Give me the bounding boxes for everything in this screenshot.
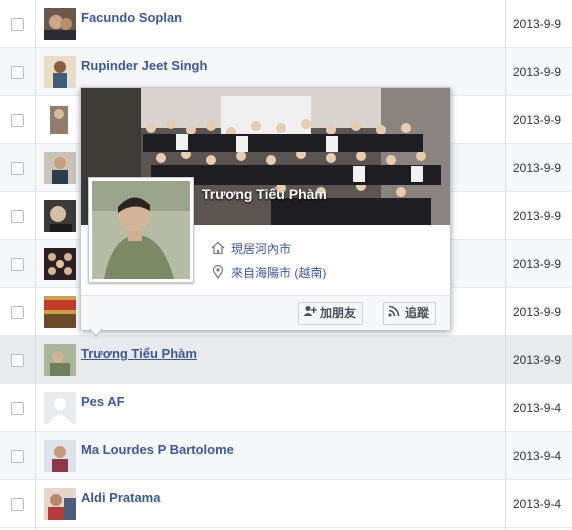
table-row[interactable]: Pes AF 2013-9-4 <box>0 384 572 432</box>
avatar[interactable] <box>44 392 76 424</box>
column-divider <box>505 0 506 530</box>
avatar[interactable] <box>44 56 76 88</box>
row-checkbox[interactable] <box>11 450 24 463</box>
table-row[interactable]: Trương Tiểu Phàm 2013-9-9 <box>0 336 572 384</box>
request-date: 2013-9-9 <box>513 65 562 79</box>
add-friend-label: 加朋友 <box>320 306 357 320</box>
hovercard-name[interactable]: Trương Tiểu Phàm <box>202 186 327 202</box>
lives-in-info: 現居河內市 <box>211 240 291 258</box>
row-checkbox[interactable] <box>11 498 24 511</box>
request-date: 2013-9-9 <box>513 209 562 223</box>
request-date: 2013-9-9 <box>513 353 562 367</box>
friend-name-link[interactable]: Pes AF <box>81 394 125 409</box>
avatar[interactable] <box>44 152 76 184</box>
table-row[interactable]: Aldi Pratama 2013-9-4 <box>0 480 572 528</box>
request-date: 2013-9-9 <box>513 161 562 175</box>
request-date: 2013-9-9 <box>513 305 562 319</box>
from-text[interactable]: 來自海陽市 (越南) <box>231 266 326 280</box>
avatar[interactable] <box>44 248 76 280</box>
table-row[interactable]: Ma Lourdes P Bartolome 2013-9-4 <box>0 432 572 480</box>
avatar[interactable] <box>44 8 76 40</box>
table-row[interactable]: Facundo Soplan 2013-9-9 <box>0 0 572 48</box>
location-pin-icon <box>211 265 225 282</box>
row-checkbox[interactable] <box>11 66 24 79</box>
add-friend-button[interactable]: 加朋友 <box>298 302 364 325</box>
request-date: 2013-9-9 <box>513 17 562 31</box>
hovercard-pointer-fill <box>90 328 102 335</box>
row-checkbox[interactable] <box>11 18 24 31</box>
avatar[interactable] <box>44 200 76 232</box>
request-date: 2013-9-9 <box>513 257 562 271</box>
rss-icon <box>388 303 402 324</box>
profile-hovercard: Trương Tiểu Phàm 現居河內市 來自海陽市 (越南) 加朋友 追蹤 <box>80 87 451 337</box>
friend-name-link[interactable]: Aldi Pratama <box>81 490 160 505</box>
avatar[interactable] <box>44 296 76 328</box>
avatar[interactable] <box>44 440 76 472</box>
from-info: 來自海陽市 (越南) <box>211 264 326 282</box>
friend-name-link[interactable]: Trương Tiểu Phàm <box>81 346 197 361</box>
friend-name-link[interactable]: Ma Lourdes P Bartolome <box>81 442 234 457</box>
row-checkbox[interactable] <box>11 162 24 175</box>
avatar[interactable] <box>44 104 76 136</box>
add-friend-icon <box>303 303 317 324</box>
row-checkbox[interactable] <box>11 402 24 415</box>
row-checkbox[interactable] <box>11 114 24 127</box>
row-checkbox[interactable] <box>11 354 24 367</box>
request-date: 2013-9-4 <box>513 449 562 463</box>
follow-button[interactable]: 追蹤 <box>383 302 437 325</box>
request-date: 2013-9-4 <box>513 497 562 511</box>
avatar[interactable] <box>44 344 76 376</box>
row-checkbox[interactable] <box>11 210 24 223</box>
follow-label: 追蹤 <box>405 306 430 320</box>
friend-name-link[interactable]: Facundo Soplan <box>81 10 182 25</box>
friend-name-link[interactable]: Rupinder Jeet Singh <box>81 58 207 73</box>
column-divider <box>35 0 36 530</box>
profile-picture[interactable] <box>88 177 194 283</box>
lives-in-text[interactable]: 現居河內市 <box>231 242 291 256</box>
request-date: 2013-9-9 <box>513 113 562 127</box>
row-checkbox[interactable] <box>11 258 24 271</box>
avatar[interactable] <box>44 488 76 520</box>
request-date: 2013-9-4 <box>513 401 562 415</box>
row-checkbox[interactable] <box>11 306 24 319</box>
hovercard-footer: 加朋友 追蹤 <box>81 295 450 330</box>
home-icon <box>211 241 225 258</box>
